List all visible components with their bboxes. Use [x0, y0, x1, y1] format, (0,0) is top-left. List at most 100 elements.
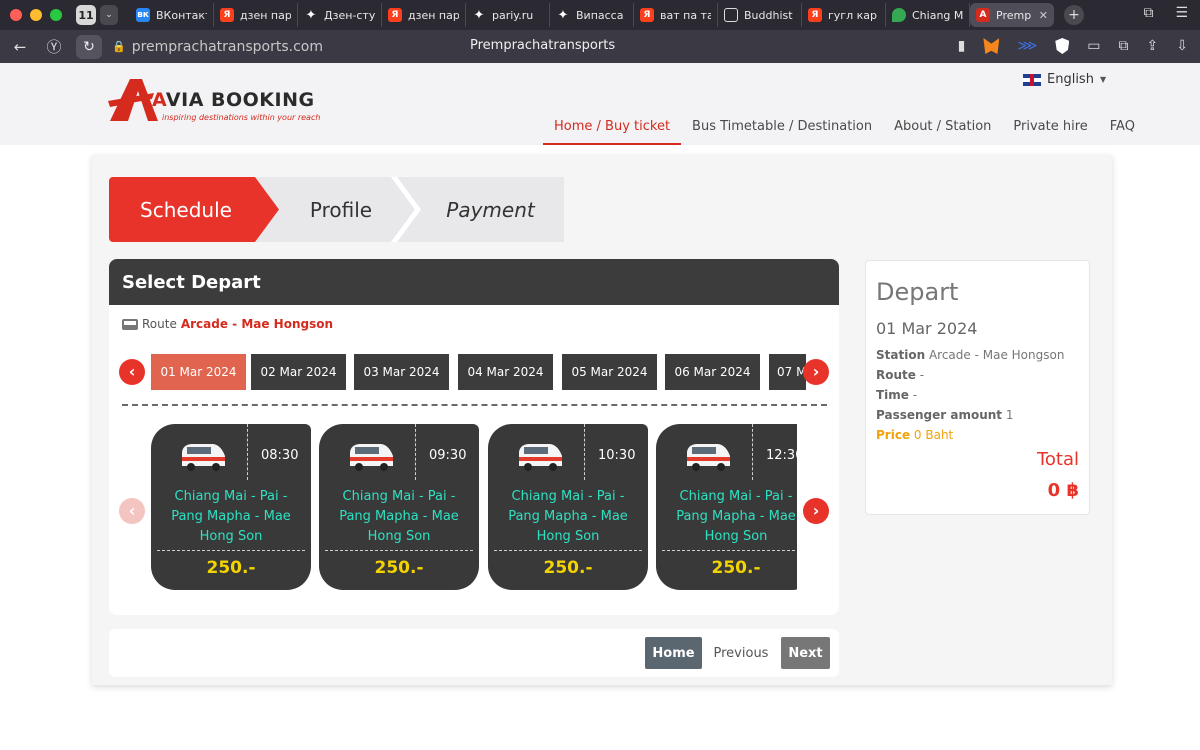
home-button[interactable]: Home [645, 637, 702, 669]
browser-tab[interactable]: ✦ Дзен-сту [298, 3, 382, 27]
date-option[interactable]: 03 Mar 2024 [354, 354, 449, 390]
browser-tab[interactable]: вк ВКонтакте [130, 3, 214, 27]
zen-icon: ✦ [557, 7, 569, 23]
uk-flag-icon [1023, 73, 1041, 86]
reader-icon[interactable]: ⧉ [1119, 38, 1129, 54]
back-icon[interactable]: ← [8, 38, 32, 56]
browser-tab-active[interactable]: A Premp ✕ [970, 3, 1054, 27]
trip-divider [247, 424, 248, 480]
booking-steps: Payment Profile Schedule [109, 177, 564, 242]
caret-down-icon: ▼ [1099, 75, 1107, 84]
maps-icon [892, 8, 906, 22]
adblock-shield-icon[interactable] [1055, 38, 1070, 54]
dates-prev-button[interactable]: ‹ [119, 359, 145, 385]
trip-price: 250.- [543, 558, 593, 578]
address-bar: ← Ⓨ ↻ 🔒 premprachatransports.com Prempra… [0, 30, 1200, 63]
date-option[interactable]: 06 Mar 2024 [665, 354, 760, 390]
summary-price: Price 0 Baht [876, 428, 953, 442]
trip-card[interactable]: 08:30 Chiang Mai - Pai - Pang Mapha - Ma… [151, 424, 311, 590]
route-line: Route Arcade - Mae Hongson [122, 317, 333, 331]
tab-title: Дзен-сту [324, 8, 375, 22]
new-tab-button[interactable]: + [1064, 5, 1084, 25]
select-depart-heading: Select Depart [109, 259, 839, 305]
downloads-icon[interactable]: ⇩ [1176, 38, 1188, 54]
date-option[interactable]: 05 Mar 2024 [562, 354, 657, 390]
browser-tab[interactable]: Ядзен пар [382, 3, 466, 27]
dashed-divider [122, 404, 827, 406]
site-header: AVIA BOOKING inspiring destinations with… [0, 63, 1200, 145]
site-icon: A [976, 8, 990, 22]
step-schedule: Schedule [109, 177, 279, 242]
nav-faq[interactable]: FAQ [1099, 119, 1146, 145]
trip-time: 10:30 [598, 448, 636, 463]
main-nav: Home / Buy ticket Bus Timetable / Destin… [543, 119, 1146, 145]
close-window-button[interactable] [10, 9, 22, 21]
zoom-window-button[interactable] [50, 9, 62, 21]
trip-divider [584, 424, 585, 480]
depart-summary-card: Depart 01 Mar 2024 Station Arcade - Mae … [865, 260, 1090, 515]
summary-time-value: - [912, 388, 918, 402]
summary-station-label: Station [876, 348, 926, 362]
url-field[interactable]: 🔒 premprachatransports.com [112, 36, 323, 58]
summary-station: Station Arcade - Mae Hongson [876, 348, 1064, 362]
bookmark-icon[interactable]: ▮ [958, 38, 966, 54]
dates-next-button[interactable]: › [803, 359, 829, 385]
language-selector[interactable]: English ▼ [1023, 72, 1106, 87]
tab-count-badge[interactable]: 11 [76, 5, 96, 25]
nav-private-hire[interactable]: Private hire [1002, 119, 1098, 145]
trip-destination: Chiang Mai - Pai - Pang Mapha - Mae Hong… [676, 489, 796, 544]
site-logo[interactable]: AVIA BOOKING inspiring destinations with… [108, 77, 328, 129]
url-text: premprachatransports.com [131, 38, 323, 55]
nav-bus-timetable[interactable]: Bus Timetable / Destination [681, 119, 883, 145]
tab-list-chevron-icon[interactable]: ⌄ [100, 5, 118, 25]
date-option[interactable]: 07 Mar 2024 [769, 354, 806, 390]
trip-card[interactable]: 09:30 Chiang Mai - Pai - Pang Mapha - Ma… [319, 424, 479, 590]
collections-icon[interactable]: ⧉ [1143, 5, 1153, 21]
trip-divider [157, 550, 305, 551]
browser-tab[interactable]: Chiang M [886, 3, 970, 27]
date-option-selected[interactable]: 01 Mar 2024 [151, 354, 246, 390]
browser-tab[interactable]: Яват па та [634, 3, 718, 27]
nav-about-station[interactable]: About / Station [883, 119, 1002, 145]
menu-icon[interactable]: ☰ [1175, 5, 1188, 21]
trip-strip: 08:30 Chiang Mai - Pai - Pang Mapha - Ma… [151, 424, 797, 590]
yandex-search-icon[interactable]: Ⓨ [42, 36, 66, 57]
browser-tab[interactable]: ✦ pariy.ru [466, 3, 550, 27]
van-icon [350, 444, 393, 471]
minimize-window-button[interactable] [30, 9, 42, 21]
tab-title: дзен пар [408, 8, 459, 22]
next-button[interactable]: Next [781, 637, 830, 669]
browser-tab[interactable]: ✦ Випасса [550, 3, 634, 27]
trip-time: 08:30 [261, 448, 299, 463]
metamask-icon[interactable] [983, 38, 1000, 54]
yandex-icon: Я [220, 8, 234, 22]
close-tab-icon[interactable]: ✕ [1039, 9, 1048, 22]
nav-home-buy-ticket[interactable]: Home / Buy ticket [543, 119, 682, 145]
extension-icon[interactable]: ⋙ [1017, 38, 1037, 54]
trips-prev-button[interactable]: ‹ [119, 498, 145, 524]
trip-card[interactable]: 12:30 Chiang Mai - Pai - Pang Mapha - Ma… [656, 424, 797, 590]
brand-tagline: inspiring destinations within your reach [162, 113, 321, 122]
trips-next-button[interactable]: › [803, 498, 829, 524]
trip-card[interactable]: 10:30 Chiang Mai - Pai - Pang Mapha - Ma… [488, 424, 648, 590]
step-profile: Profile [255, 177, 415, 242]
van-icon [182, 444, 225, 471]
summary-time-label: Time [876, 388, 909, 402]
zen-icon: ✦ [305, 7, 317, 23]
page-title: Premprachatransports [470, 38, 616, 53]
browser-tab[interactable]: Ягугл кар [802, 3, 886, 27]
date-option[interactable]: 02 Mar 2024 [251, 354, 346, 390]
share-icon[interactable]: ⇪ [1147, 38, 1159, 54]
summary-station-value: Arcade - Mae Hongson [928, 348, 1065, 362]
date-option[interactable]: 04 Mar 2024 [458, 354, 553, 390]
tab-bar-tools: ⧉ ☰ [1143, 5, 1188, 21]
browser-tab-bar: 11 ⌄ вк ВКонтакте Ядзен пар ✦ Дзен-сту Ядз… [0, 0, 1200, 30]
trip-price: 250.- [374, 558, 424, 578]
browser-tab[interactable]: Ядзен пар [214, 3, 298, 27]
previous-button[interactable]: Previous [709, 637, 773, 669]
browser-tab[interactable]: Buddhist [718, 3, 802, 27]
reload-icon[interactable]: ↻ [76, 34, 102, 59]
battery-icon[interactable]: ▭ [1087, 38, 1100, 54]
step-payment: Payment [397, 177, 564, 242]
summary-passenger-label: Passenger amount [876, 408, 1003, 422]
